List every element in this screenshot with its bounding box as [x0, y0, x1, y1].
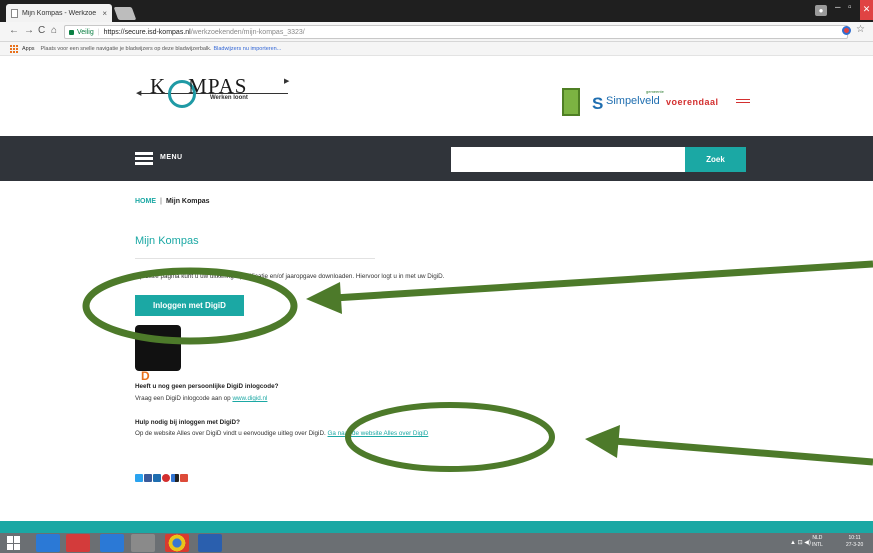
chrome-icon[interactable]: [165, 534, 189, 552]
apps-icon[interactable]: [10, 44, 18, 53]
arrow-left-icon: ◀: [136, 90, 142, 97]
voerendaal-logo: voerendaal: [666, 97, 719, 107]
secure-label: Veilig: [77, 28, 94, 36]
no-digid-heading: Heeft u nog geen persoonlijke DigiD inlo…: [135, 383, 279, 390]
simpelveld-s-icon: S: [592, 94, 604, 113]
browser-tab[interactable]: Mijn Kompas - Werkzoe ×: [6, 4, 112, 22]
bookmark-star-icon[interactable]: ☆: [856, 24, 865, 35]
footer-band: [0, 521, 873, 533]
clock[interactable]: 10:11 27-3-20: [846, 535, 863, 549]
logo-tagline: Werken loont: [210, 95, 248, 101]
bookmarks-bar: Apps Plaats voor een snelle navigatie je…: [0, 42, 873, 56]
new-tab-button[interactable]: [113, 7, 137, 20]
googleplus-icon[interactable]: [180, 474, 188, 482]
app-grey-icon[interactable]: [131, 534, 155, 552]
tab-title: Mijn Kompas - Werkzoe: [22, 9, 97, 17]
minimize-icon[interactable]: –: [835, 2, 841, 13]
intro-text: Op deze pagina kunt u uw uitkeringsspeci…: [135, 273, 445, 280]
address-bar[interactable]: Veilig | https://secure.isd-kompas.nl /w…: [64, 25, 848, 39]
import-bookmarks-link[interactable]: Bladwijzers nu importeren...: [213, 46, 281, 52]
alles-over-digid-link[interactable]: Ga naar de website Alles over DigiD: [328, 430, 429, 437]
word-icon[interactable]: [198, 534, 222, 552]
arrow-right-icon: ▶: [284, 78, 290, 85]
no-digid-text: Vraag een DigiD inlogcode aan op www.dig…: [135, 395, 268, 402]
browser-titlebar: Mijn Kompas - Werkzoe × ● – ▫ ✕: [0, 0, 873, 22]
url-host: https://secure.isd-kompas.nl: [103, 28, 191, 36]
breadcrumb-home[interactable]: HOME: [135, 198, 156, 205]
page-title: Mijn Kompas: [135, 235, 199, 247]
forward-icon[interactable]: →: [24, 25, 34, 36]
maximize-icon[interactable]: ▫: [848, 2, 852, 13]
menu-button[interactable]: MENU: [160, 154, 183, 161]
delicious-icon[interactable]: [171, 474, 179, 482]
twitter-icon[interactable]: [135, 474, 143, 482]
search-input[interactable]: [451, 147, 685, 172]
home-icon[interactable]: ⌂: [51, 25, 57, 36]
bookmarks-hint: Plaats voor een snelle navigatie je blad…: [40, 45, 212, 52]
language-indicator[interactable]: NLD INTL: [812, 535, 823, 549]
hamburger-icon[interactable]: [135, 152, 153, 165]
ie-icon[interactable]: [36, 534, 60, 552]
annotation-arrow-shaft: [333, 260, 873, 302]
social-share: [135, 474, 188, 482]
lock-icon: [69, 29, 74, 35]
simpelveld-logo: Simpelveld: [606, 95, 660, 107]
divider: [135, 258, 375, 259]
annotation-arrow-head: [306, 282, 342, 314]
digid-website-link[interactable]: www.digid.nl: [232, 395, 267, 402]
tab-close-icon[interactable]: ×: [102, 9, 107, 18]
help-heading: Hulp nodig bij inloggen met DigiD?: [135, 419, 240, 426]
search-button[interactable]: Zoek: [685, 147, 746, 172]
breadcrumb: HOME | Mijn Kompas: [135, 198, 210, 205]
annotation-arrow-head: [585, 425, 620, 458]
url-path: /werkzoekenden/mijn-kompas_3323/: [190, 28, 305, 36]
tray-icons[interactable]: ▲ ⊡ ◀): [790, 539, 811, 546]
annotation-ellipse: [345, 402, 555, 472]
extension-icon[interactable]: [842, 26, 851, 35]
back-icon[interactable]: ←: [9, 25, 19, 36]
gemeente-book-icon: [562, 88, 580, 116]
windows-taskbar: ▲ ⊡ ◀) NLD INTL 10:11 27-3-20: [0, 533, 873, 553]
facebook-icon[interactable]: [144, 474, 152, 482]
linkedin-icon[interactable]: [153, 474, 161, 482]
page-icon: [11, 8, 18, 18]
help-text: Op de website Alles over DigiD vindt u e…: [135, 430, 429, 437]
windows-start-icon[interactable]: [7, 536, 21, 550]
app-red-icon[interactable]: [66, 534, 90, 552]
annotation-arrow-shaft: [613, 437, 873, 466]
breadcrumb-current: Mijn Kompas: [165, 198, 210, 205]
pinterest-icon[interactable]: [162, 474, 170, 482]
login-digid-button[interactable]: Inloggen met DigiD: [135, 295, 244, 316]
apps-link[interactable]: Apps: [22, 46, 35, 52]
reload-icon[interactable]: C: [38, 25, 45, 36]
kompas-logo[interactable]: ◀ ▶ K MPAS Werken loont: [136, 72, 298, 116]
user-icon[interactable]: ●: [815, 5, 827, 16]
close-window-icon[interactable]: ✕: [860, 0, 873, 20]
digid-logo[interactable]: Digi D: [135, 325, 181, 383]
browser-toolbar: ← → C ⌂ Veilig | https://secure.isd-komp…: [0, 22, 873, 42]
edge-icon[interactable]: [100, 534, 124, 552]
partner-logos: S gemeente Simpelveld voerendaal: [562, 88, 762, 116]
